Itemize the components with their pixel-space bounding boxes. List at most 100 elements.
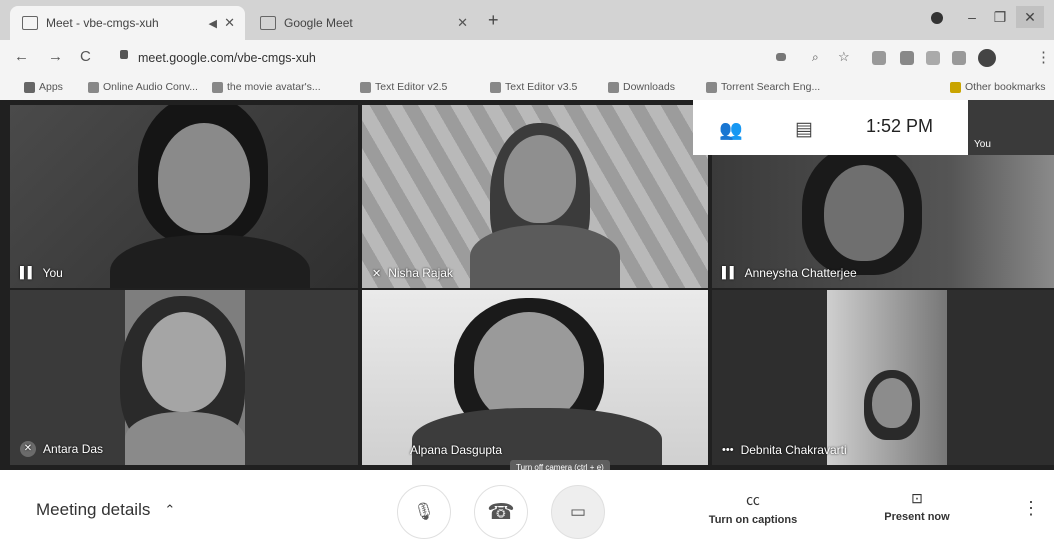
forward-button[interactable]: →: [48, 48, 63, 65]
reload-button[interactable]: C: [80, 48, 91, 65]
participant-name: Debnita Chakravarti: [740, 443, 847, 457]
bookmark-other[interactable]: Other bookmarks: [950, 81, 1046, 93]
apps-grid-icon: [24, 81, 35, 93]
bookmark-favicon-icon: [88, 81, 99, 93]
bookmark-label: Other bookmarks: [965, 81, 1046, 93]
participant-name-label: ✕ Nisha Rajak: [372, 266, 453, 280]
browser-tab-bar: Meet - vbe-cmgs-xuh ◀ ✕ Google Meet ✕ + …: [0, 0, 1054, 40]
more-options-icon[interactable]: ⋮: [1022, 498, 1040, 519]
download-icon: [608, 81, 619, 93]
extension-3-icon[interactable]: [926, 51, 940, 65]
bookmark-star-icon[interactable]: ☆: [838, 49, 850, 65]
microphone-icon: 🎙: [413, 502, 435, 521]
participant-tile[interactable]: ••• Debnita Chakravarti: [712, 290, 1054, 465]
chat-icon[interactable]: ▤: [795, 118, 813, 141]
extension-2-icon[interactable]: [900, 51, 914, 65]
bookmark-text-editor-35[interactable]: Text Editor v3.5: [490, 81, 577, 93]
camera-icon: ▭: [569, 502, 587, 521]
bookmark-downloads[interactable]: Downloads: [608, 81, 675, 93]
speaker-icon[interactable]: ◀: [209, 17, 217, 30]
bookmark-torrent[interactable]: Torrent Search Eng...: [706, 81, 820, 93]
close-tab-icon[interactable]: ✕: [457, 15, 468, 31]
extension-1-icon[interactable]: [872, 51, 886, 65]
self-preview-label: You: [974, 139, 991, 150]
participant-name: Nisha Rajak: [388, 266, 453, 280]
bookmark-text-editor-25[interactable]: Text Editor v2.5: [360, 81, 447, 93]
participant-face: [504, 135, 576, 223]
present-label: Present now: [884, 511, 950, 523]
bookmark-audio-converter[interactable]: Online Audio Conv...: [88, 81, 198, 93]
tab-google-meet[interactable]: Google Meet ✕: [248, 6, 478, 40]
participant-name-label: ••• Debnita Chakravarti: [722, 443, 847, 457]
participant-body: [470, 225, 620, 288]
bookmark-movie[interactable]: the movie avatar's...: [212, 81, 321, 93]
speaking-indicator-icon: ▌▌: [722, 267, 738, 279]
bookmark-label: the movie avatar's...: [227, 81, 321, 93]
browser-menu-icon[interactable]: ⋮: [1036, 48, 1051, 66]
self-preview-tile[interactable]: You: [968, 100, 1054, 155]
bookmark-apps[interactable]: Apps: [24, 81, 63, 93]
participant-name-label: Alpana Dasgupta: [410, 443, 502, 457]
tab-title: Google Meet: [284, 16, 353, 30]
lock-icon: [120, 50, 128, 59]
present-now-button[interactable]: ⊡ Present now: [862, 490, 972, 523]
mic-off-icon: ✕: [372, 267, 382, 280]
meet-favicon-icon: [22, 16, 38, 30]
participant-name: Anneysha Chatterjee: [744, 266, 857, 280]
mic-off-icon: ✕: [20, 441, 36, 457]
close-window-button[interactable]: ✕: [1016, 6, 1044, 28]
camera-indicator-icon[interactable]: [776, 53, 786, 61]
captions-icon: ㏄: [746, 492, 760, 508]
participant-name-label: ▌▌ You: [20, 266, 63, 280]
hang-up-icon: ☎: [487, 499, 515, 524]
new-tab-button[interactable]: +: [488, 10, 499, 31]
bookmark-favicon-icon: [706, 81, 717, 93]
participant-face: [158, 123, 250, 233]
meet-favicon-icon: [260, 16, 276, 30]
maximize-button[interactable]: ❐: [986, 6, 1014, 28]
zoom-icon[interactable]: ⌕: [812, 50, 819, 65]
tab-meet[interactable]: Meet - vbe-cmgs-xuh ◀ ✕: [10, 6, 245, 40]
bookmark-favicon-icon: [360, 81, 371, 93]
captions-button[interactable]: ㏄ Turn on captions: [693, 490, 813, 526]
bookmark-label: Downloads: [623, 81, 675, 93]
meeting-details-button[interactable]: Meeting details ⌃: [36, 500, 175, 520]
bookmark-label: Apps: [39, 81, 63, 93]
profile-icon[interactable]: [931, 12, 943, 24]
bookmarks-bar: Apps Online Audio Conv... the movie avat…: [0, 76, 1054, 101]
url-text[interactable]: meet.google.com/vbe-cmgs-xuh: [138, 51, 316, 65]
speaking-indicator-icon: ▌▌: [20, 267, 36, 279]
chevron-up-icon: ⌃: [164, 502, 176, 517]
video-grid: ▌▌ You ✕ Nisha Rajak ▌▌ Anneysha Chatterjee…: [0, 100, 1054, 470]
tab-title: Meet - vbe-cmgs-xuh: [46, 16, 159, 30]
microphone-button[interactable]: 🎙: [397, 485, 451, 539]
participant-name-label: ▌▌ Anneysha Chatterjee: [722, 266, 857, 280]
present-screen-icon: ⊡: [911, 490, 923, 506]
bookmark-favicon-icon: [490, 81, 501, 93]
folder-icon: [950, 81, 961, 93]
avatar[interactable]: [978, 49, 996, 67]
participant-face: [872, 378, 912, 428]
participant-name: Alpana Dasgupta: [410, 443, 503, 457]
browser-toolbar: ← → C meet.google.com/vbe-cmgs-xuh ⌕ ☆ ⋮: [0, 40, 1054, 76]
captions-label: Turn on captions: [708, 514, 798, 526]
extensions-puzzle-icon[interactable]: [952, 51, 966, 65]
camera-button[interactable]: ▭: [551, 485, 605, 539]
participant-face: [142, 312, 226, 412]
google-icon: [212, 81, 223, 93]
minimize-button[interactable]: –: [958, 6, 986, 28]
participants-icon[interactable]: 👥: [719, 118, 743, 142]
bookmark-label: Torrent Search Eng...: [721, 81, 821, 93]
close-tab-icon[interactable]: ✕: [224, 15, 235, 31]
participant-name: Antara Das: [43, 442, 104, 456]
bookmark-label: Text Editor v2.5: [375, 81, 448, 93]
participant-name: You: [42, 266, 63, 280]
participant-name-label: ✕ Antara Das: [20, 441, 103, 457]
leave-call-button[interactable]: ☎: [474, 485, 528, 539]
address-bar[interactable]: meet.google.com/vbe-cmgs-xuh: [108, 46, 828, 70]
participant-tile[interactable]: ✕ Antara Das: [10, 290, 358, 465]
participant-tile[interactable]: ✕ Nisha Rajak: [362, 105, 708, 288]
back-button[interactable]: ←: [14, 48, 29, 65]
participant-tile[interactable]: ▌▌ You: [10, 105, 358, 288]
participant-tile[interactable]: Alpana Dasgupta: [362, 290, 708, 465]
